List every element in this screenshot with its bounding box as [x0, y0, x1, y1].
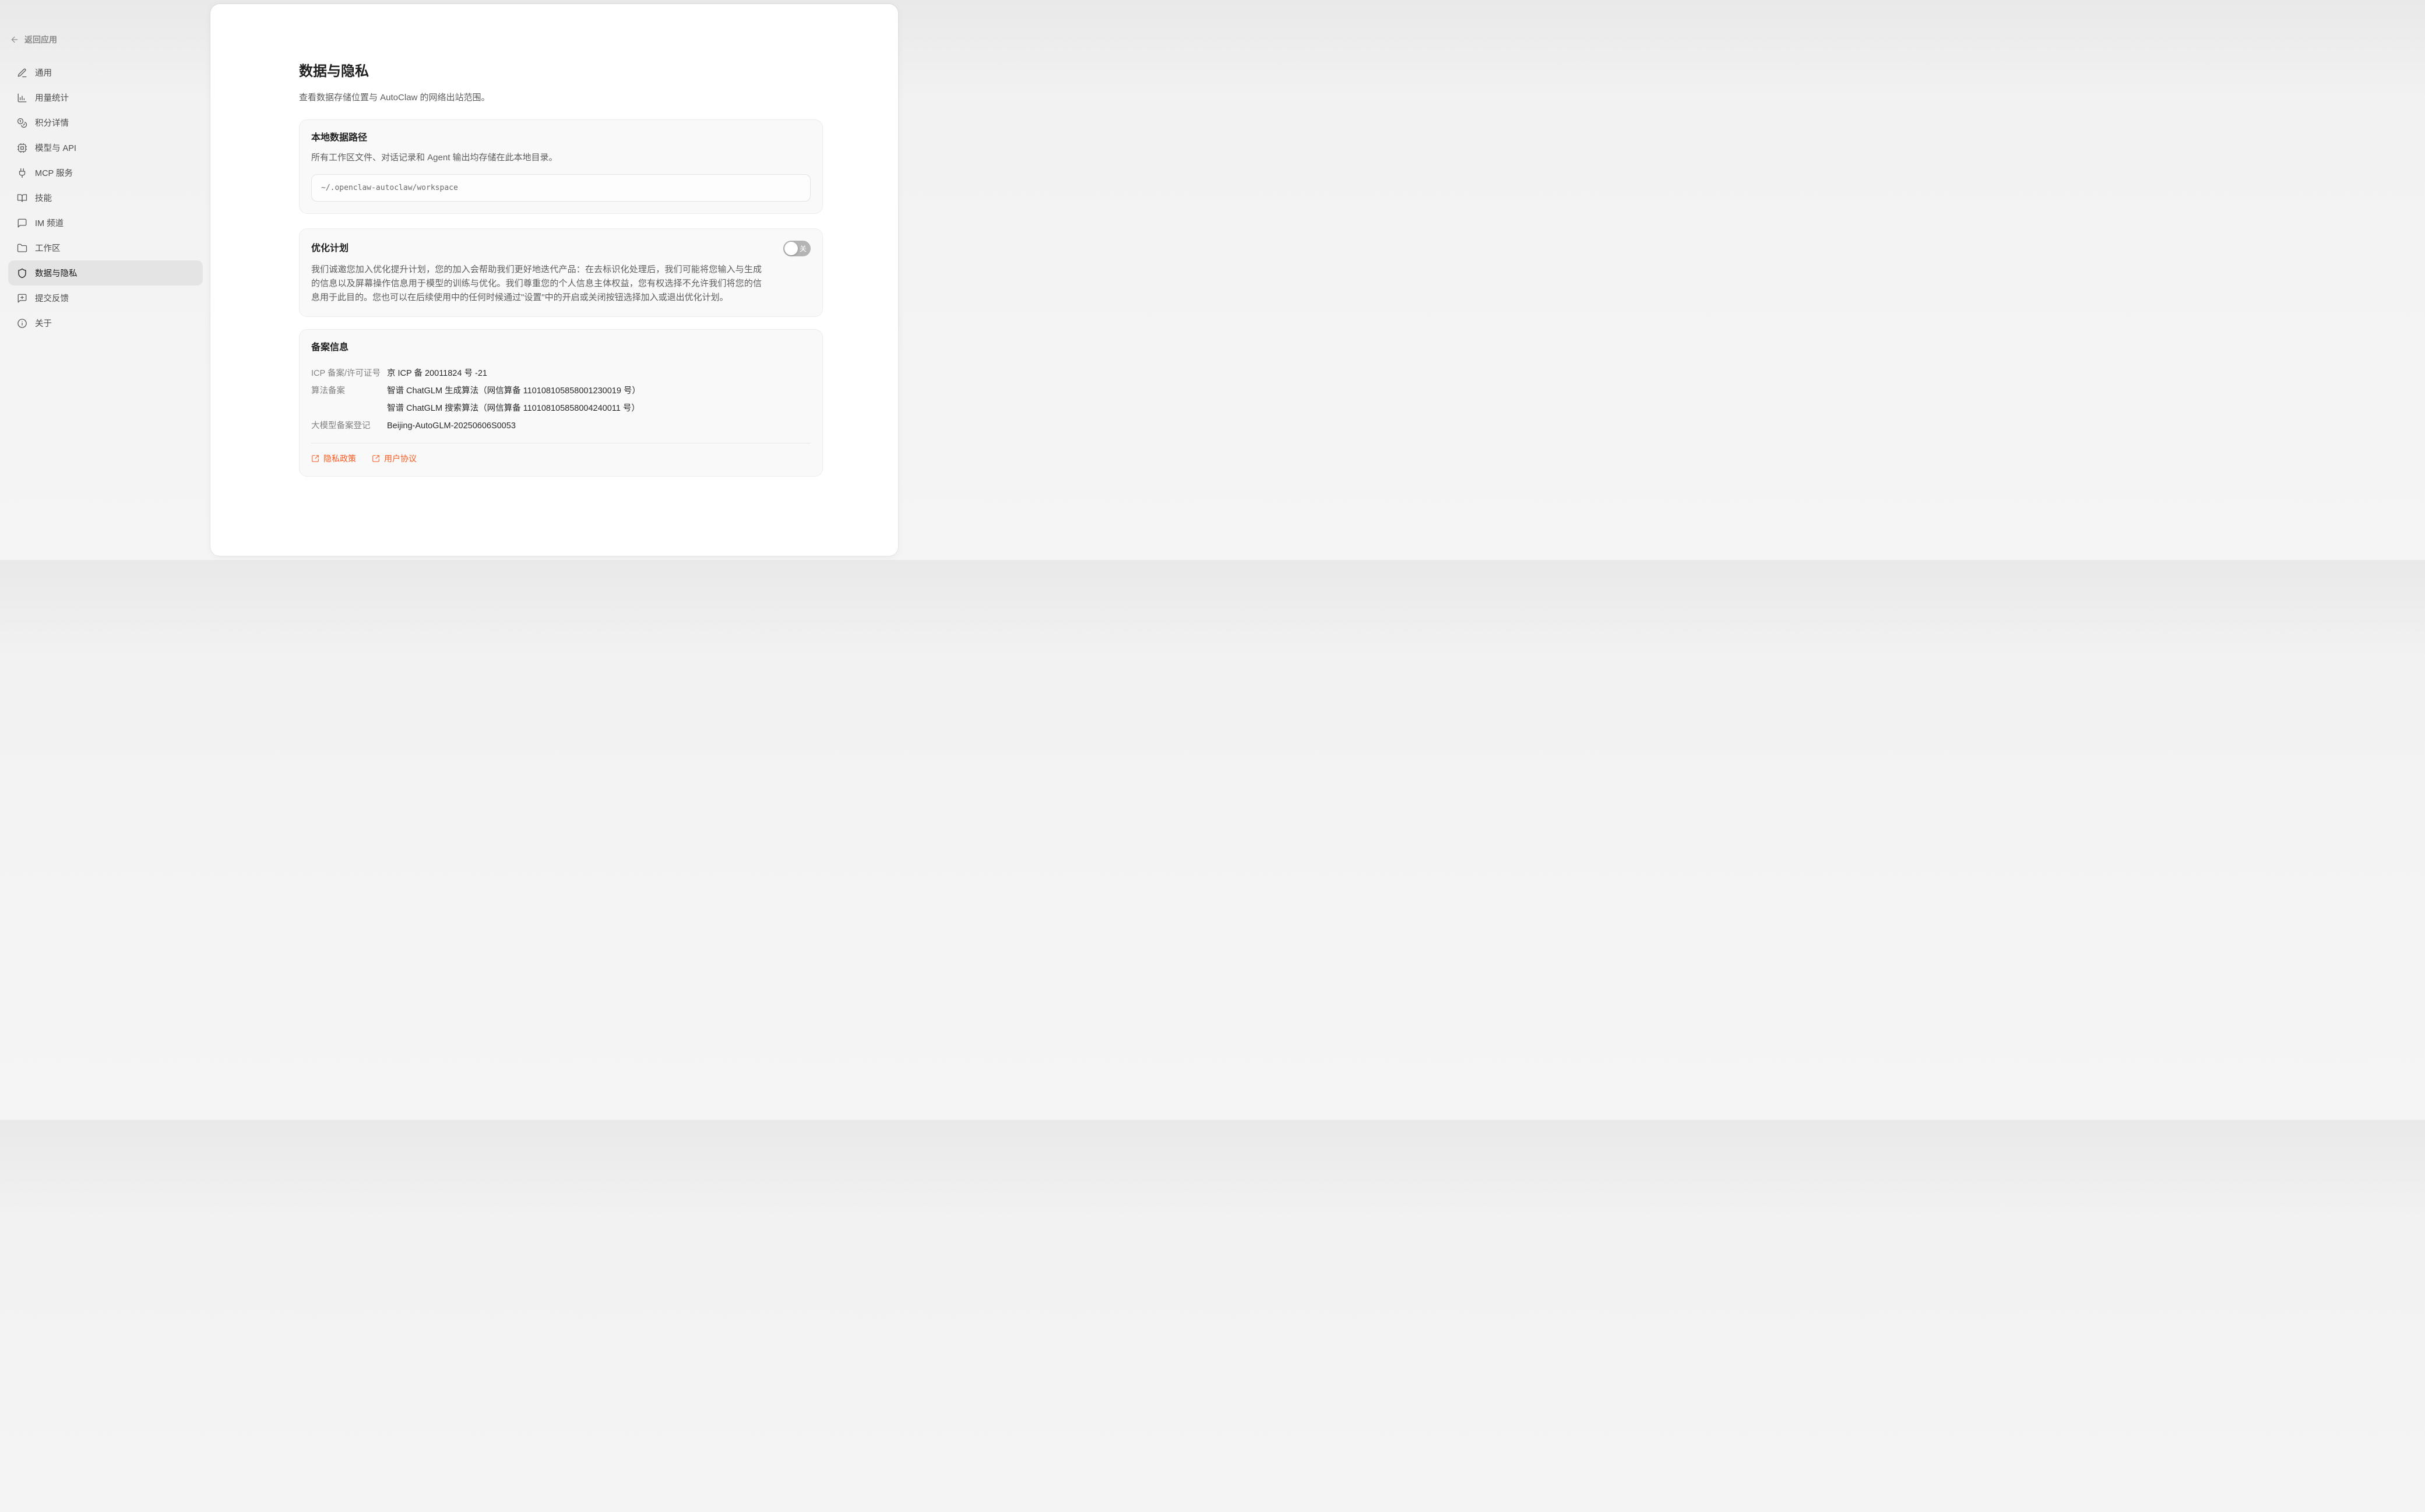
- filing-row-algorithm-1: 算法备案 智谱 ChatGLM 生成算法（网信算备 11010810585800…: [311, 382, 811, 400]
- filing-info-card: 备案信息 ICP 备案/许可证号 京 ICP 备 20011824 号 -21 …: [299, 329, 823, 477]
- info-circle-icon: [17, 318, 27, 329]
- arrow-left-icon: [10, 35, 19, 44]
- filing-row-label: 大模型备案登记: [311, 417, 387, 435]
- main-panel: 数据与隐私 查看数据存储位置与 AutoClaw 的网络出站范围。 本地数据路径…: [210, 4, 898, 556]
- sidebar-item-usage-stats[interactable]: 用量统计: [8, 85, 203, 110]
- sidebar-item-credits[interactable]: 积分详情: [8, 110, 203, 135]
- sidebar-item-mcp-services[interactable]: MCP 服务: [8, 160, 203, 185]
- external-link-icon: [311, 454, 319, 463]
- back-to-app-label: 返回应用: [24, 34, 57, 45]
- privacy-policy-link[interactable]: 隐私政策: [311, 453, 356, 464]
- sidebar-item-label: 提交反馈: [35, 292, 69, 304]
- sidebar-item-im-channels[interactable]: IM 频道: [8, 210, 203, 235]
- sidebar-nav: 通用 用量统计 积分详情 模型与 API MCP 服务 技能 IM 频道 工作: [8, 60, 203, 336]
- sidebar-item-general[interactable]: 通用: [8, 60, 203, 85]
- sidebar-item-label: IM 频道: [35, 217, 64, 229]
- sidebar-item-data-privacy[interactable]: 数据与隐私: [8, 260, 203, 286]
- folder-icon: [17, 243, 27, 253]
- filing-rows: ICP 备案/许可证号 京 ICP 备 20011824 号 -21 算法备案 …: [311, 365, 811, 435]
- sidebar-item-about[interactable]: 关于: [8, 311, 203, 336]
- book-open-icon: [17, 193, 27, 203]
- back-to-app-button[interactable]: 返回应用: [10, 34, 57, 45]
- sidebar-item-label: 关于: [35, 317, 52, 329]
- settings-sidebar: 返回应用 通用 用量统计 积分详情 模型与 API MCP 服务 技能 I: [0, 0, 210, 560]
- sidebar-item-label: 积分详情: [35, 117, 69, 129]
- coins-icon: [17, 118, 27, 128]
- page-title: 数据与隐私: [299, 62, 823, 81]
- user-agreement-link[interactable]: 用户协议: [372, 453, 417, 464]
- filing-info-title: 备案信息: [311, 341, 811, 354]
- local-data-path-field[interactable]: ~/.openclaw-autoclaw/workspace: [311, 174, 811, 202]
- page-subtitle: 查看数据存储位置与 AutoClaw 的网络出站范围。: [299, 91, 823, 104]
- bar-chart-icon: [17, 93, 27, 103]
- filing-row-label: ICP 备案/许可证号: [311, 365, 387, 382]
- toggle-knob: [784, 242, 798, 255]
- filing-row-large-model: 大模型备案登记 Beijing-AutoGLM-20250606S0053: [311, 417, 811, 435]
- filing-row-algorithm-2: 智谱 ChatGLM 搜索算法（网信算备 1101081058580042400…: [311, 400, 811, 417]
- cpu-icon: [17, 143, 27, 153]
- filing-row-value: 智谱 ChatGLM 生成算法（网信算备 1101081058580012300…: [387, 382, 640, 400]
- filing-row-value: 京 ICP 备 20011824 号 -21: [387, 365, 487, 382]
- filing-row-label: 算法备案: [311, 382, 387, 400]
- legal-links-row: 隐私政策 用户协议: [311, 453, 811, 464]
- sidebar-item-label: 模型与 API: [35, 142, 76, 154]
- local-data-path-description: 所有工作区文件、对话记录和 Agent 输出均存储在此本地目录。: [311, 151, 811, 164]
- sidebar-item-skills[interactable]: 技能: [8, 185, 203, 210]
- optimization-plan-title: 优化计划: [311, 242, 349, 255]
- message-square-icon: [17, 218, 27, 228]
- user-agreement-label: 用户协议: [384, 453, 417, 464]
- sidebar-item-label: MCP 服务: [35, 167, 73, 179]
- sidebar-item-label: 技能: [35, 192, 52, 204]
- pen-icon: [17, 68, 27, 78]
- local-data-path-card: 本地数据路径 所有工作区文件、对话记录和 Agent 输出均存储在此本地目录。 …: [299, 119, 823, 214]
- filing-row-label: [311, 400, 387, 417]
- external-link-icon: [372, 454, 380, 463]
- filing-row-icp: ICP 备案/许可证号 京 ICP 备 20011824 号 -21: [311, 365, 811, 382]
- plug-icon: [17, 168, 27, 178]
- sidebar-item-models-api[interactable]: 模型与 API: [8, 135, 203, 160]
- privacy-policy-label: 隐私政策: [323, 453, 356, 464]
- local-data-path-title: 本地数据路径: [311, 132, 811, 144]
- optimization-plan-toggle[interactable]: 关: [783, 241, 811, 256]
- shield-icon: [17, 268, 27, 279]
- sidebar-item-label: 工作区: [35, 242, 61, 254]
- message-square-plus-icon: [17, 293, 27, 304]
- filing-row-value: Beijing-AutoGLM-20250606S0053: [387, 417, 516, 435]
- toggle-state-label: 关: [800, 245, 807, 252]
- sidebar-item-label: 通用: [35, 66, 52, 79]
- sidebar-item-label: 用量统计: [35, 91, 69, 104]
- optimization-plan-card: 优化计划 关 我们诚邀您加入优化提升计划，您的加入会帮助我们更好地迭代产品：在去…: [299, 228, 823, 317]
- sidebar-item-feedback[interactable]: 提交反馈: [8, 286, 203, 311]
- filing-row-value: 智谱 ChatGLM 搜索算法（网信算备 1101081058580042400…: [387, 400, 640, 417]
- sidebar-item-label: 数据与隐私: [35, 267, 78, 279]
- optimization-plan-description: 我们诚邀您加入优化提升计划，您的加入会帮助我们更好地迭代产品：在去标识化处理后，…: [311, 263, 811, 305]
- sidebar-item-workspace[interactable]: 工作区: [8, 235, 203, 260]
